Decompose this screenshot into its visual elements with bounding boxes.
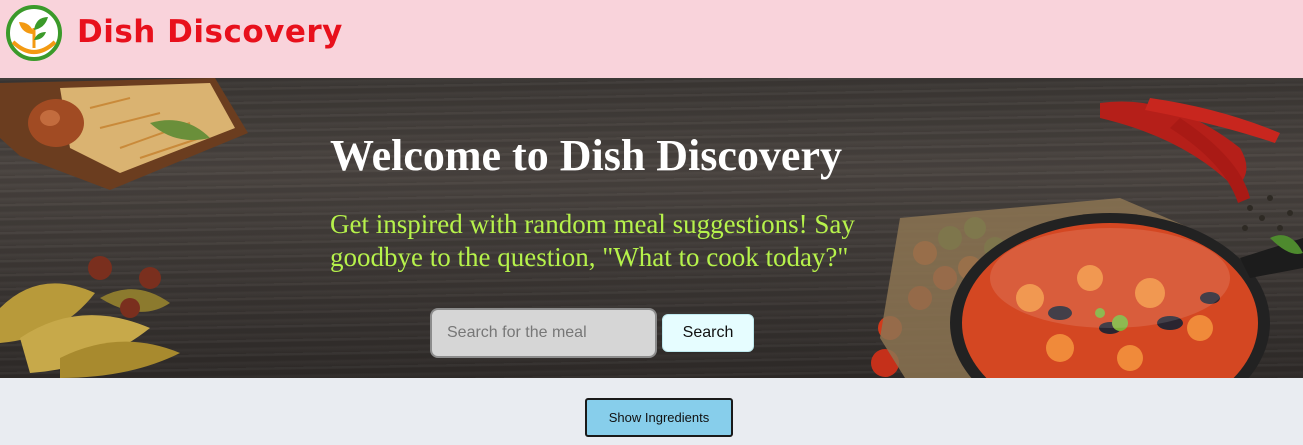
sprout-leaf-logo-icon — [6, 5, 62, 61]
hero-title: Welcome to Dish Discovery — [330, 131, 842, 180]
hero-banner: Welcome to Dish Discovery Get inspired w… — [0, 78, 1303, 378]
hero-subtitle: Get inspired with random meal suggestion… — [330, 209, 855, 272]
meal-search-input[interactable] — [430, 308, 657, 358]
brand-title[interactable]: Dish Discovery — [77, 14, 343, 50]
search-button[interactable]: Search — [662, 314, 754, 352]
show-ingredients-button[interactable]: Show Ingredients — [585, 398, 733, 437]
navbar: Dish Discovery — [0, 0, 1303, 78]
